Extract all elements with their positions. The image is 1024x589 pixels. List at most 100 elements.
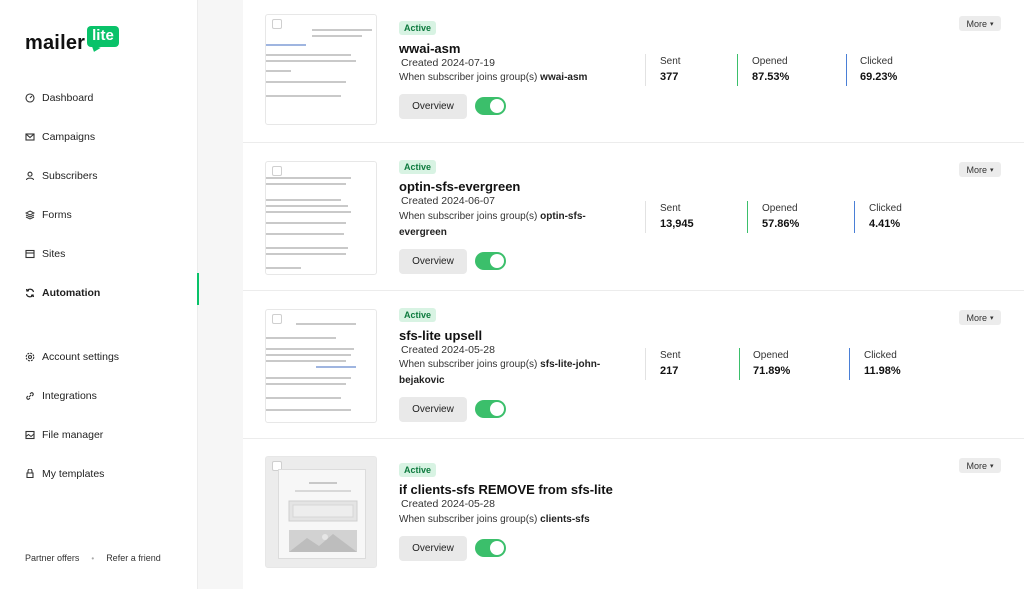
nav-item-integrations[interactable]: Integrations	[0, 376, 198, 415]
trigger-description: When subscriber joins group(s) wwai-asm	[399, 70, 614, 86]
more-button[interactable]: More ▾	[959, 16, 1001, 31]
active-toggle[interactable]	[475, 252, 506, 270]
nav-label: Forms	[42, 208, 72, 221]
clicked-rule	[849, 348, 850, 380]
email-preview-thumbnail[interactable]	[265, 14, 377, 125]
stat-label: Sent	[660, 56, 681, 67]
chevron-down-icon: ▾	[990, 20, 994, 28]
mailerlite-logo[interactable]: mailer lite	[25, 26, 119, 55]
automation-card: Active optin-sfs-evergreen Created 2024-…	[243, 143, 1024, 291]
template-placeholder	[278, 469, 366, 559]
stat-clicked: Clicked 4.41%	[869, 203, 902, 230]
file-manager-icon	[24, 429, 35, 440]
stat-label: Opened	[762, 203, 798, 214]
automation-card: Active sfs-lite upsell Created 2024-05-2…	[243, 291, 1024, 439]
overview-button[interactable]: Overview	[399, 249, 467, 274]
email-preview-thumbnail[interactable]	[265, 161, 377, 275]
chevron-down-icon: ▾	[990, 166, 994, 174]
stat-clicked: Clicked 69.23%	[860, 56, 897, 83]
more-button[interactable]: More ▾	[959, 310, 1001, 325]
stat-value: 4.41%	[869, 218, 901, 230]
active-toggle[interactable]	[475, 400, 506, 418]
active-toggle[interactable]	[475, 97, 506, 115]
dashboard-icon	[24, 92, 35, 103]
trigger-description: When subscriber joins group(s) sfs-lite-…	[399, 357, 614, 389]
logo-badge: lite	[87, 26, 119, 47]
stat-value: 11.98%	[864, 365, 901, 377]
templates-icon	[24, 468, 35, 479]
more-label: More	[966, 164, 987, 175]
nav-label: Account settings	[42, 350, 120, 363]
sites-icon	[24, 248, 35, 259]
nav-item-subscribers[interactable]: Subscribers	[0, 156, 198, 195]
primary-nav: Dashboard Campaigns Subscribers Forms Si…	[0, 78, 199, 312]
account-settings-icon	[24, 351, 35, 362]
email-preview-thumbnail[interactable]	[265, 456, 377, 568]
clicked-rule	[846, 54, 847, 86]
trigger-description: When subscriber joins group(s) optin-sfs…	[399, 209, 614, 241]
divider	[645, 201, 646, 233]
select-checkbox[interactable]	[272, 314, 282, 324]
integrations-icon	[24, 390, 35, 401]
automation-title[interactable]: wwai-asm	[399, 41, 460, 56]
chevron-down-icon: ▾	[990, 314, 994, 322]
select-checkbox[interactable]	[272, 166, 282, 176]
select-checkbox[interactable]	[272, 19, 282, 29]
automation-title[interactable]: optin-sfs-evergreen	[399, 179, 520, 194]
stat-value: 217	[660, 365, 679, 377]
nav-item-automation[interactable]: Automation	[0, 273, 199, 312]
forms-icon	[24, 209, 35, 220]
overview-button[interactable]: Overview	[399, 94, 467, 119]
opened-rule	[747, 201, 748, 233]
stat-value: 57.86%	[762, 218, 800, 230]
nav-label: Campaigns	[42, 130, 96, 143]
automations-list: Active wwai-asm Created 2024-07-19 When …	[243, 0, 1024, 589]
stat-sent: Sent 377	[660, 56, 681, 83]
status-badge: Active	[399, 21, 437, 35]
automation-title[interactable]: if clients-sfs REMOVE from sfs-lite	[399, 482, 613, 497]
trigger-prefix: When subscriber joins group(s)	[399, 72, 538, 83]
nav-label: Subscribers	[42, 169, 98, 182]
nav-item-dashboard[interactable]: Dashboard	[0, 78, 198, 117]
status-badge: Active	[399, 160, 437, 174]
secondary-nav: Account settings Integrations File manag…	[0, 337, 198, 493]
stat-clicked: Clicked 11.98%	[864, 350, 901, 377]
email-preview-thumbnail[interactable]	[265, 309, 377, 423]
chevron-down-icon: ▾	[990, 462, 994, 470]
campaigns-icon	[24, 131, 35, 142]
trigger-prefix: When subscriber joins group(s)	[399, 211, 538, 222]
more-label: More	[966, 18, 987, 29]
stat-value: 71.89%	[753, 365, 791, 377]
trigger-prefix: When subscriber joins group(s)	[399, 359, 538, 370]
stat-label: Sent	[660, 350, 681, 361]
automation-icon	[24, 287, 35, 298]
nav-item-my-templates[interactable]: My templates	[0, 454, 198, 493]
stat-label: Clicked	[860, 56, 893, 67]
more-button[interactable]: More ▾	[959, 162, 1001, 177]
more-button[interactable]: More ▾	[959, 458, 1001, 473]
created-date: Created 2024-06-07	[401, 195, 495, 207]
automation-title[interactable]: sfs-lite upsell	[399, 328, 482, 343]
active-toggle[interactable]	[475, 539, 506, 557]
automation-card: Active wwai-asm Created 2024-07-19 When …	[243, 0, 1024, 143]
stat-sent: Sent 13,945	[660, 203, 694, 230]
trigger-description: When subscriber joins group(s) clients-s…	[399, 512, 699, 528]
refer-friend-link[interactable]: Refer a friend	[106, 553, 161, 563]
partner-offers-link[interactable]: Partner offers	[25, 553, 79, 563]
nav-item-sites[interactable]: Sites	[0, 234, 198, 273]
nav-label: My templates	[42, 467, 105, 480]
status-badge: Active	[399, 463, 437, 477]
nav-item-campaigns[interactable]: Campaigns	[0, 117, 198, 156]
trigger-group: clients-sfs	[540, 514, 590, 525]
stat-opened: Opened 71.89%	[753, 350, 790, 377]
overview-button[interactable]: Overview	[399, 397, 467, 422]
stat-label: Clicked	[869, 203, 902, 214]
nav-item-file-manager[interactable]: File manager	[0, 415, 198, 454]
nav-item-forms[interactable]: Forms	[0, 195, 198, 234]
stat-value: 87.53%	[752, 71, 790, 83]
stat-sent: Sent 217	[660, 350, 681, 377]
stat-opened: Opened 87.53%	[752, 56, 789, 83]
overview-button[interactable]: Overview	[399, 536, 467, 561]
more-label: More	[966, 312, 987, 323]
nav-item-account-settings[interactable]: Account settings	[0, 337, 198, 376]
